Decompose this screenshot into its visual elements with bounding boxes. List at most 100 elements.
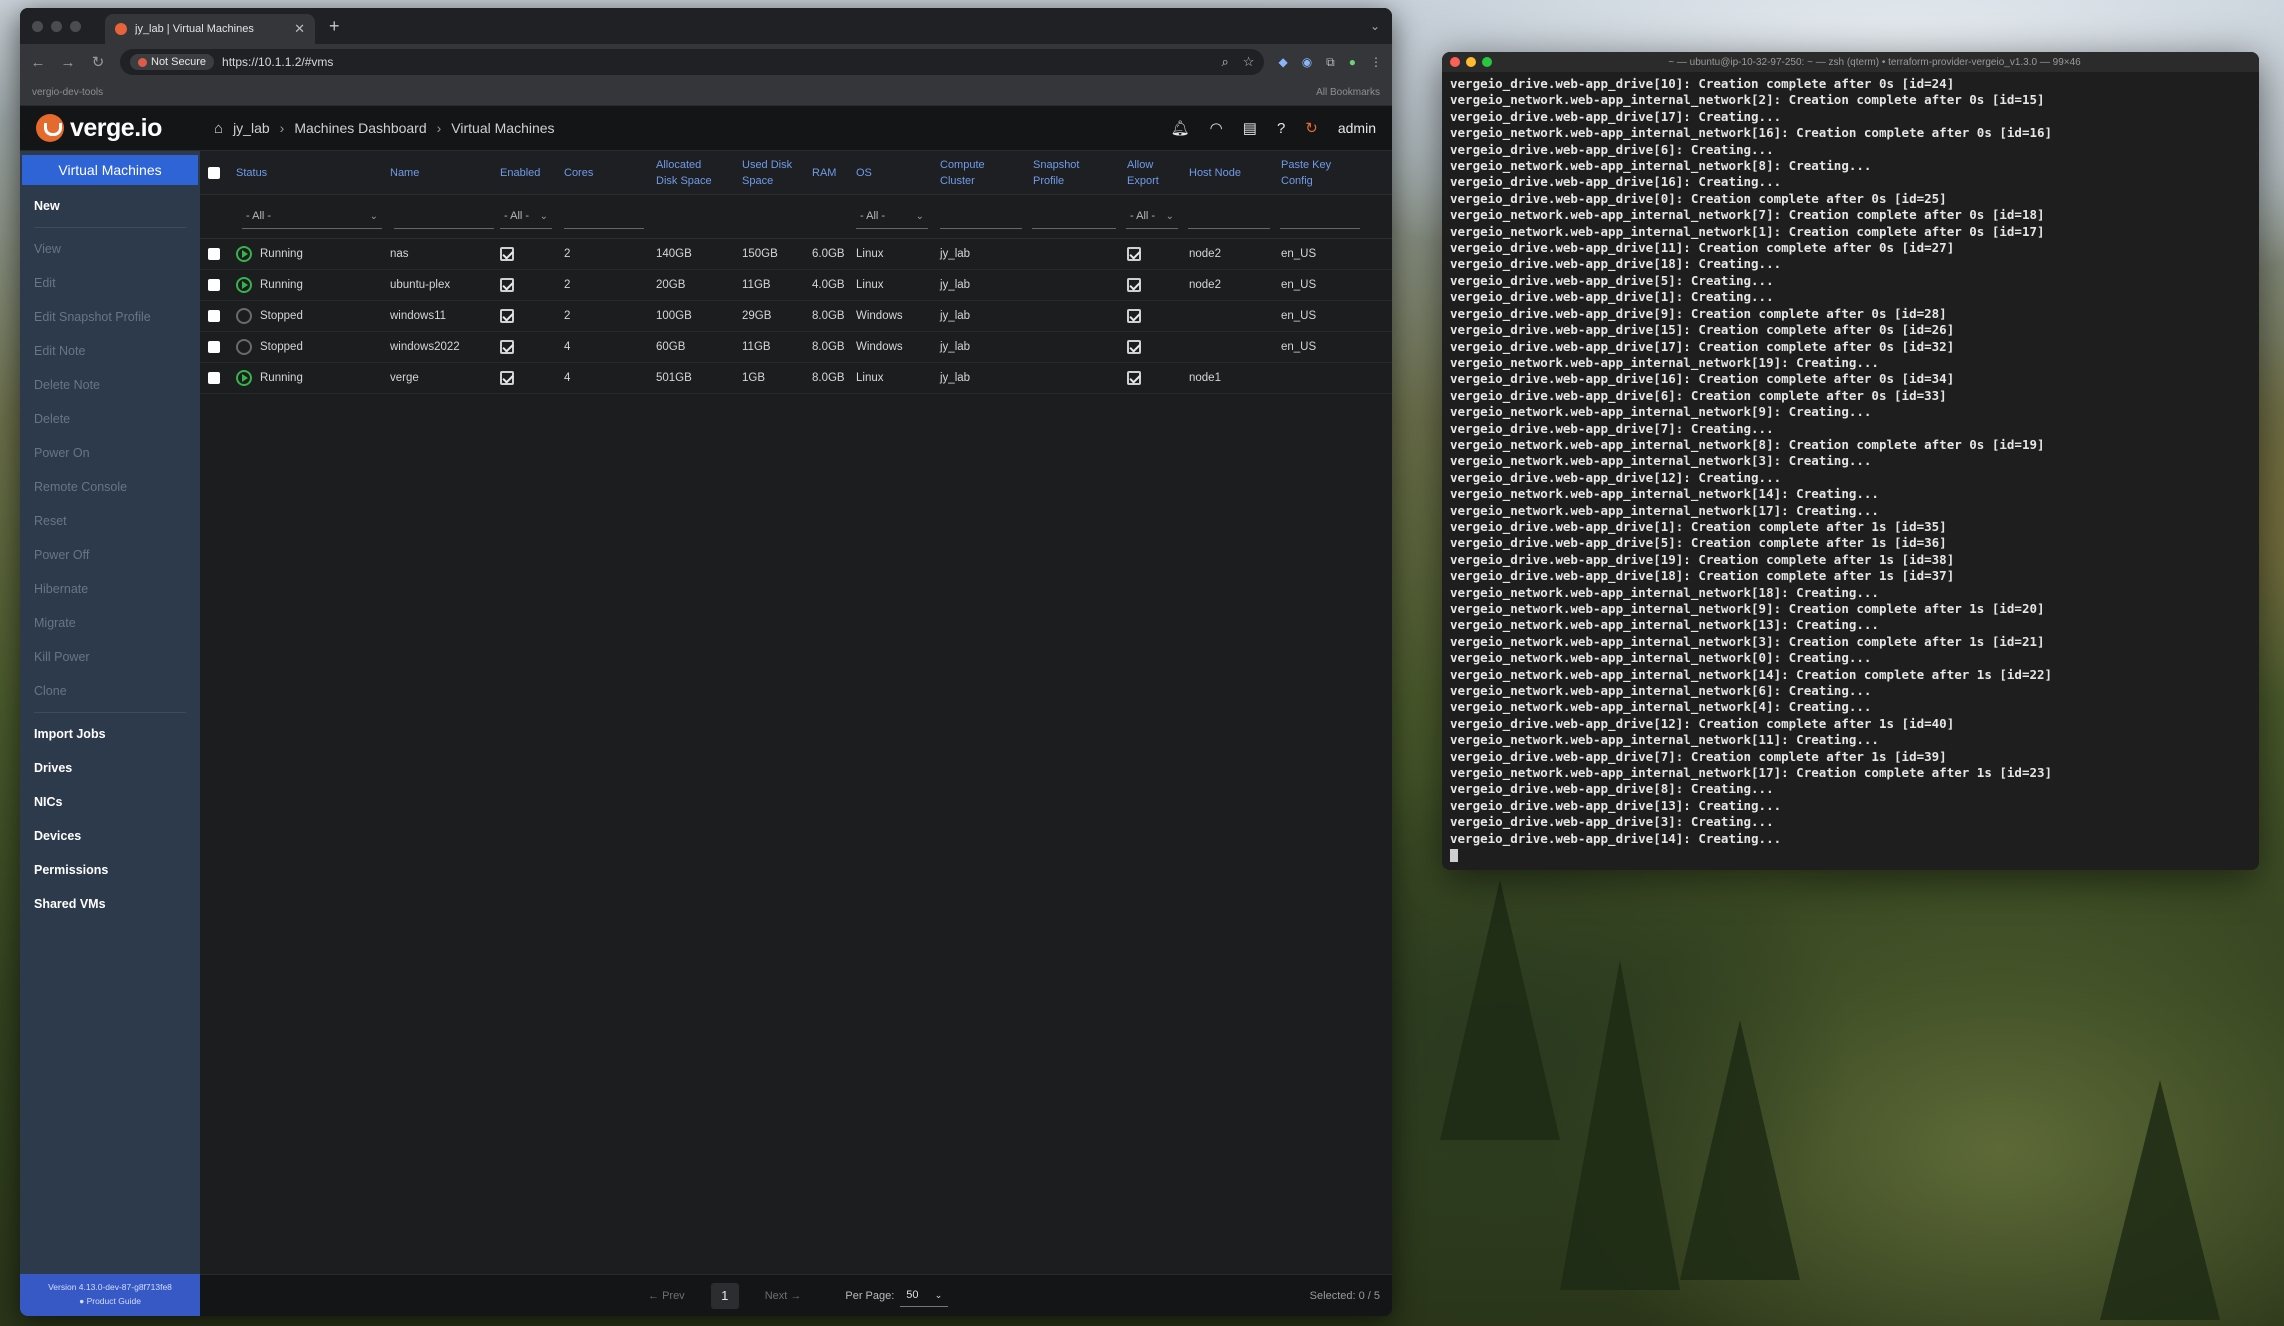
new-button[interactable]: New [20,189,200,223]
cluster-filter[interactable] [940,205,1022,229]
column-ram[interactable]: RAM [808,165,852,181]
row-checkbox[interactable] [208,248,220,260]
maximize-window-icon[interactable] [1482,57,1492,67]
column-enabled[interactable]: Enabled [496,165,560,181]
table-row[interactable]: Stopped windows2022 4 60GB 11GB 8.0GB Windows j… [200,332,1392,363]
name-filter[interactable] [394,205,494,229]
row-checkbox[interactable] [208,279,220,291]
bookmark-item[interactable]: vergio-dev-tools [32,87,103,98]
paste-filter[interactable] [1280,205,1360,229]
clone-action[interactable]: Clone [20,674,200,708]
maximize-window-icon[interactable] [70,20,81,32]
vm-name[interactable]: verge [386,372,496,384]
page-number[interactable]: 1 [710,1282,739,1309]
reload-icon[interactable]: ↻ [90,53,106,71]
host-filter[interactable] [1188,205,1270,229]
sidebar-item-devices[interactable]: Devices [20,819,200,853]
column-os[interactable]: OS [852,165,936,181]
column-paste-key-config[interactable]: Paste Key Config [1277,157,1357,189]
refresh-icon[interactable]: ↻ [1305,119,1318,137]
column-name[interactable]: Name [386,165,496,181]
back-icon[interactable]: ← [30,54,46,71]
extensions-puzzle-icon[interactable]: ⧉ [1326,55,1335,70]
new-tab-icon[interactable]: + [329,16,340,37]
edit-action[interactable]: Edit [20,266,200,300]
all-bookmarks[interactable]: All Bookmarks [1316,87,1380,98]
per-page-select[interactable]: 50 ⌄ [900,1285,949,1307]
prev-button[interactable]: ← Prev [648,1290,685,1302]
column-allow-export[interactable]: Allow Export [1123,157,1185,189]
edit-note-action[interactable]: Edit Note [20,334,200,368]
breadcrumb-item[interactable]: Virtual Machines [451,120,554,136]
sidebar-item-drives[interactable]: Drives [20,751,200,785]
select-all-checkbox[interactable] [208,166,220,179]
migrate-action[interactable]: Migrate [20,606,200,640]
kill-power-action[interactable]: Kill Power [20,640,200,674]
column-snapshot-profile[interactable]: Snapshot Profile [1029,157,1123,189]
hibernate-action[interactable]: Hibernate [20,572,200,606]
forward-icon[interactable]: → [60,54,76,71]
rss-icon[interactable]: ◠ [1210,119,1223,137]
sidebar-item-import-jobs[interactable]: Import Jobs [20,717,200,751]
sidebar-item-shared-vms[interactable]: Shared VMs [20,887,200,921]
reset-action[interactable]: Reset [20,504,200,538]
product-guide-link[interactable]: ● Product Guide [20,1294,200,1308]
row-checkbox[interactable] [208,310,220,322]
view-action[interactable]: View [20,232,200,266]
vm-name[interactable]: windows11 [386,310,496,322]
cores-filter[interactable] [564,205,644,229]
edit-snapshot-profile-action[interactable]: Edit Snapshot Profile [20,300,200,334]
delete-action[interactable]: Delete [20,402,200,436]
url-field[interactable]: Not Secure https://10.1.1.2/#vms ⌕ ☆ [120,49,1265,75]
browser-menu-icon[interactable]: ⋮ [1370,55,1382,70]
table-row[interactable]: Stopped windows11 2 100GB 29GB 8.0GB Windows jy… [200,301,1392,332]
sidebar-item-nics[interactable]: NICs [20,785,200,819]
export-filter[interactable]: - All - ⌄ [1126,205,1178,229]
column-host-node[interactable]: Host Node [1185,165,1277,181]
sidebar-item-virtual-machines[interactable]: Virtual Machines [22,155,198,185]
row-checkbox[interactable] [208,341,220,353]
terminal-window[interactable]: ~ — ubuntu@ip-10-32-97-250: ~ — zsh (qte… [1442,52,2259,870]
close-window-icon[interactable] [32,20,43,32]
home-icon[interactable]: ⌂ [214,120,223,137]
extension-icon[interactable]: ◉ [1302,55,1312,70]
table-row[interactable]: Running ubuntu-plex 2 20GB 11GB 4.0GB Linux jy_… [200,270,1392,301]
bookmark-star-icon[interactable]: ☆ [1243,54,1255,70]
vm-name[interactable]: windows2022 [386,341,496,353]
column-used-disk[interactable]: Used Disk Space [738,157,808,189]
enabled-filter[interactable]: - All - ⌄ [500,205,552,229]
delete-note-action[interactable]: Delete Note [20,368,200,402]
logo[interactable]: verge.io [20,114,200,143]
vm-name[interactable]: ubuntu-plex [386,279,496,291]
remote-console-action[interactable]: Remote Console [20,470,200,504]
close-window-icon[interactable] [1450,57,1460,67]
table-row[interactable]: Running verge 4 501GB 1GB 8.0GB Linux jy_lab nod… [200,363,1392,394]
bell-icon[interactable]: 🔔︎ [1171,119,1190,137]
zoom-icon[interactable]: ⌕ [1222,54,1229,70]
sidebar-item-permissions[interactable]: Permissions [20,853,200,887]
browser-tab[interactable]: jy_lab | Virtual Machines ✕ [105,14,315,44]
user-menu[interactable]: admin [1338,120,1376,136]
table-row[interactable]: Running nas 2 140GB 150GB 6.0GB Linux jy_lab nod… [200,239,1392,270]
tab-search-icon[interactable]: ⌄ [1370,19,1380,33]
minimize-window-icon[interactable] [1466,57,1476,67]
column-allocated-disk[interactable]: Allocated Disk Space [652,157,738,189]
column-cores[interactable]: Cores [560,165,652,181]
security-chip[interactable]: Not Secure [130,54,215,70]
next-button[interactable]: Next → [765,1290,802,1302]
news-icon[interactable]: ▤ [1243,119,1257,137]
power-off-action[interactable]: Power Off [20,538,200,572]
breadcrumb-item[interactable]: Machines Dashboard [294,120,426,136]
vm-name[interactable]: nas [386,248,496,260]
column-status[interactable]: Status [232,165,386,181]
status-filter[interactable]: - All - ⌄ [242,205,382,229]
minimize-window-icon[interactable] [51,20,62,32]
help-icon[interactable]: ? [1277,120,1285,137]
extension-icon[interactable]: ◆ [1278,55,1287,70]
close-tab-icon[interactable]: ✕ [294,21,305,37]
row-checkbox[interactable] [208,372,220,384]
column-compute-cluster[interactable]: Compute Cluster [936,157,1029,189]
power-on-action[interactable]: Power On [20,436,200,470]
os-filter[interactable]: - All - ⌄ [856,205,928,229]
profile-icon[interactable]: ● [1349,55,1356,70]
